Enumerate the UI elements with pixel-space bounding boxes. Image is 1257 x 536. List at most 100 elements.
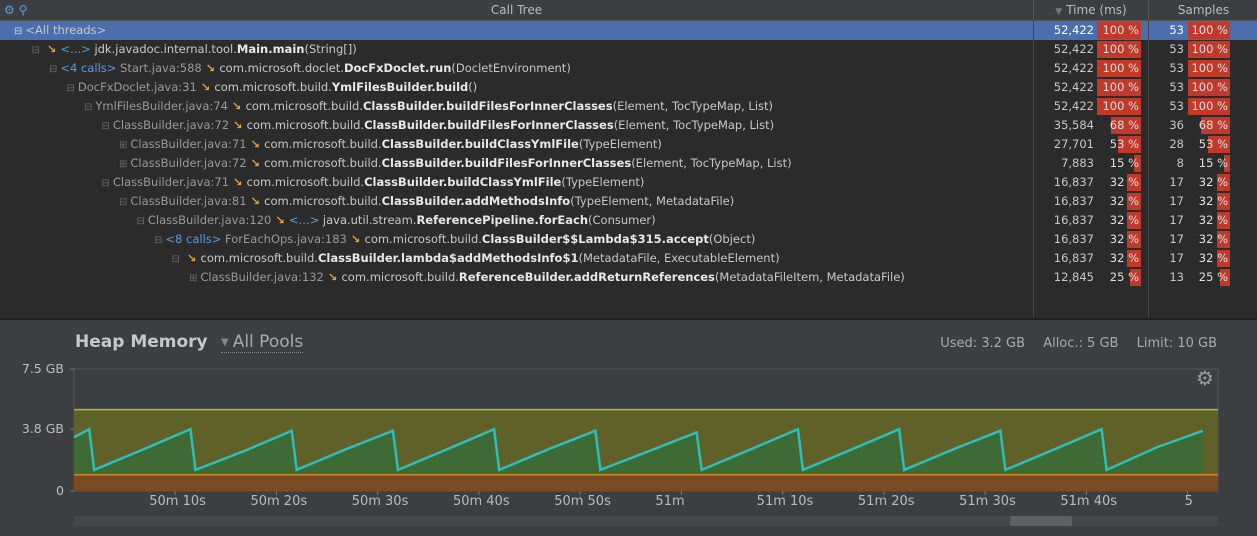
call-tree-title: Call Tree: [490, 3, 543, 17]
time-value: 52,422: [1053, 23, 1094, 37]
source-location: ClassBuilder.java:132: [200, 270, 324, 284]
samples-value: 17: [1169, 194, 1184, 208]
heap-stats: Used: 3.2 GB Alloc.: 5 GB Limit: 10 GB: [926, 336, 1217, 351]
time-percent-cell: 32 %: [1097, 173, 1141, 192]
time-percent: 32 %: [1109, 213, 1139, 227]
method-class: DocFxDoclet.run: [343, 61, 452, 75]
heap-memory-panel: Heap Memory ▼ All Pools Used: 3.2 GB Allo…: [0, 328, 1257, 536]
x-tick-label: 50m 50s: [554, 494, 611, 509]
samples-percent: 32 %: [1198, 175, 1228, 189]
tree-row[interactable]: ⊟ ClassBuilder.java:72 ↘ com.microsoft.buil…: [0, 116, 1257, 135]
tree-row[interactable]: ⊟ ↘ <...> jdk.javadoc.internal.tool.Main.m…: [0, 40, 1257, 59]
tree-row-label: ⊞ ClassBuilder.java:132 ↘ com.microsoft.bui…: [189, 268, 905, 288]
collapse-icon[interactable]: ⊟: [119, 197, 127, 208]
call-arrow-icon: ↘: [250, 156, 261, 170]
time-percent-cell: 100 %: [1097, 97, 1141, 116]
heap-title: Heap Memory: [75, 332, 208, 352]
collapse-icon[interactable]: ⊟: [137, 216, 145, 227]
time-percent-cell: 32 %: [1097, 230, 1141, 249]
source-location: ClassBuilder.java:72: [112, 118, 230, 132]
expand-icon[interactable]: ⊞: [119, 140, 127, 151]
time-percent-cell: 25 %: [1097, 268, 1141, 287]
time-percent: 100 %: [1102, 99, 1139, 113]
call-arrow-icon: ↘: [46, 42, 57, 56]
samples-value: 17: [1169, 251, 1184, 265]
samples-value: 53: [1169, 61, 1184, 75]
collapse-icon[interactable]: ⊟: [67, 83, 75, 94]
time-percent: 32 %: [1109, 232, 1139, 246]
samples-percent: 32 %: [1198, 251, 1228, 265]
scrollbar-thumb[interactable]: [1010, 516, 1072, 526]
x-tick-label: 50m 30s: [351, 494, 409, 509]
floor-band: [74, 474, 1218, 491]
time-value: 16,837: [1053, 194, 1094, 208]
method-name: com.microsoft.build.ClassBuilder.buildCl…: [264, 137, 662, 151]
dropdown-arrow-icon: ▼: [221, 336, 229, 348]
tree-row[interactable]: ⊞ ClassBuilder.java:71 ↘ com.microsoft.buil…: [0, 135, 1257, 154]
tree-row-label: ⊟ ClassBuilder.java:72 ↘ com.microsoft.buil…: [102, 116, 775, 136]
samples-percent: 100 %: [1191, 61, 1228, 75]
tree-row[interactable]: ⊟ <All threads> 52,422 100 % 53 100 %: [0, 21, 1257, 40]
tree-row[interactable]: ⊟ ClassBuilder.java:81 ↘ com.microsoft.buil…: [0, 192, 1257, 211]
method-class: ReferenceBuilder.addReturnReferences: [458, 270, 715, 284]
tree-row[interactable]: ⊟ YmlFilesBuilder.java:74 ↘ com.microsoft.b…: [0, 97, 1257, 116]
source-location: ClassBuilder.java:81: [130, 194, 247, 208]
samples-value: 17: [1169, 213, 1184, 227]
time-value: 27,701: [1053, 137, 1094, 151]
method-name: com.microsoft.build.ClassBuilder.buildFi…: [246, 118, 775, 132]
method-name: jdk.javadoc.internal.tool.Main.main(Stri…: [94, 42, 357, 56]
call-arrow-icon: ↘: [250, 137, 261, 151]
expand-icon[interactable]: ⊞: [119, 159, 127, 170]
tree-row[interactable]: ⊞ ClassBuilder.java:72 ↘ com.microsoft.buil…: [0, 154, 1257, 173]
samples-percent-cell: 15 %: [1188, 154, 1230, 173]
tree-row-label: ⊟ <4 calls> Start.java:588 ↘ com.microsoft.…: [49, 59, 571, 79]
samples-percent: 100 %: [1191, 42, 1228, 56]
collapse-icon[interactable]: ⊟: [154, 235, 162, 246]
samples-percent: 32 %: [1198, 194, 1228, 208]
samples-value: 8: [1176, 156, 1184, 170]
expand-icon[interactable]: ⊞: [189, 273, 197, 284]
tree-row[interactable]: ⊟ <4 calls> Start.java:588 ↘ com.microsoft.…: [0, 59, 1257, 78]
method-name: com.microsoft.build.YmlFilesBuilder.buil…: [214, 80, 478, 94]
samples-percent: 100 %: [1191, 23, 1228, 37]
samples-percent-cell: 32 %: [1188, 173, 1230, 192]
time-column-header[interactable]: ▼ Time (ms): [1033, 0, 1148, 22]
elided-frames: <...>: [60, 42, 95, 56]
tree-row[interactable]: ⊟ <8 calls> ForEachOps.java:183 ↘ com.micro…: [0, 230, 1257, 249]
method-name: com.microsoft.build.ReferenceBuilder.add…: [341, 270, 905, 284]
collapse-icon[interactable]: ⊟: [102, 121, 110, 132]
x-tick-label: 50m 20s: [250, 494, 308, 509]
samples-percent: 25 %: [1198, 270, 1228, 284]
tree-row[interactable]: ⊟ DocFxDoclet.java:31 ↘ com.microsoft.build…: [0, 78, 1257, 97]
call-count: <8 calls>: [165, 232, 226, 246]
method-name: <All threads>: [25, 23, 107, 37]
collapse-icon[interactable]: ⊟: [84, 102, 92, 113]
time-value: 16,837: [1053, 251, 1094, 265]
collapse-icon[interactable]: ⊟: [102, 178, 110, 189]
samples-column-header[interactable]: Samples: [1148, 0, 1257, 20]
elided-frames: <...>: [288, 213, 323, 227]
samples-percent: 32 %: [1198, 232, 1228, 246]
tree-row-label: ⊟ ClassBuilder.java:71 ↘ com.microsoft.buil…: [102, 173, 645, 193]
source-location: ClassBuilder.java:71: [112, 175, 230, 189]
time-value: 52,422: [1053, 80, 1094, 94]
pools-dropdown[interactable]: ▼ All Pools: [221, 332, 304, 353]
method-name: com.microsoft.build.ClassBuilder.addMeth…: [264, 194, 735, 208]
collapse-icon[interactable]: ⊟: [49, 64, 57, 75]
tree-row[interactable]: ⊟ ClassBuilder.java:120 ↘ <...> java.util.s…: [0, 211, 1257, 230]
time-value: 52,422: [1053, 99, 1094, 113]
samples-percent-cell: 32 %: [1188, 211, 1230, 230]
tree-row[interactable]: ⊞ ClassBuilder.java:132 ↘ com.microsoft.bui…: [0, 268, 1257, 287]
samples-percent-cell: 100 %: [1188, 40, 1230, 59]
samples-percent-cell: 32 %: [1188, 192, 1230, 211]
samples-percent-cell: 100 %: [1188, 78, 1230, 97]
method-name: com.microsoft.build.ClassBuilder.lambda$…: [200, 251, 780, 265]
tree-row[interactable]: ⊟ ↘ com.microsoft.build.ClassBuilder.lambd…: [0, 249, 1257, 268]
gear-icon[interactable]: ⚙: [1196, 366, 1214, 390]
collapse-icon[interactable]: ⊟: [172, 254, 180, 265]
tree-row[interactable]: ⊟ ClassBuilder.java:71 ↘ com.microsoft.buil…: [0, 173, 1257, 192]
collapse-icon[interactable]: ⊟: [32, 45, 40, 56]
call-arrow-icon: ↘: [350, 232, 361, 246]
collapse-icon[interactable]: ⊟: [14, 26, 22, 37]
samples-percent: 32 %: [1198, 213, 1228, 227]
